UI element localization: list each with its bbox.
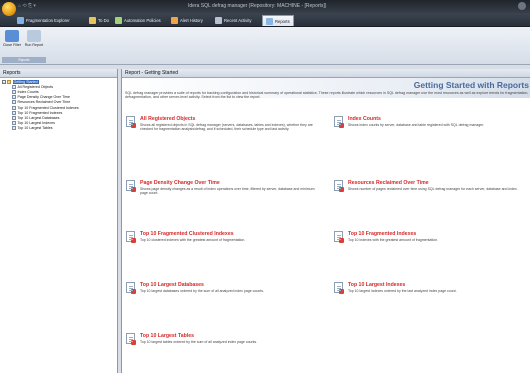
report-icon: [126, 282, 136, 294]
tree-item-label: Top 10 Fragmented Clustered Indexes: [17, 105, 79, 110]
report-card-resources-reclaimed[interactable]: Resources Reclaimed Over Time Shows numb…: [334, 180, 524, 210]
report-card-index-counts[interactable]: Index Counts Shows index counts by serve…: [334, 116, 524, 146]
application-menu-orb[interactable]: [2, 2, 16, 16]
report-icon: [12, 84, 16, 89]
report-card-title[interactable]: Page Density Change Over Time: [140, 180, 220, 186]
reports-icon: [266, 17, 273, 25]
report-card-title[interactable]: Top 10 Fragmented Clustered Indexes: [140, 231, 234, 237]
report-icon: [12, 95, 16, 100]
tree-item-label: Resources Reclaimed Over Time: [17, 100, 71, 105]
report-card-desc: Shows number of pages reclaimed over tim…: [348, 187, 518, 191]
tab-alert-history[interactable]: Alert History: [168, 15, 206, 26]
report-icon: [334, 282, 344, 294]
report-icon: [12, 121, 16, 126]
tab-automation-policies[interactable]: Automation Policies: [112, 15, 164, 26]
report-card-title[interactable]: Top 10 Fragmented Indexes: [348, 231, 416, 237]
hero-title: Getting Started with Reports: [413, 80, 529, 90]
report-card-all-registered-objects[interactable]: All Registered Objects Shows all registe…: [126, 116, 316, 146]
tree-item-label: Index Counts: [17, 89, 39, 94]
tab-label: Alert History: [180, 18, 203, 23]
report-card-largest-tables[interactable]: Top 10 Largest Tables Top 10 largest tab…: [126, 333, 316, 363]
tree-item-label: Top 10 Largest Indexes: [17, 121, 55, 126]
tab-reports[interactable]: Reports: [262, 15, 294, 26]
title-bar: ⌂ ⟲ ⎘ ▾ Idera SQL defrag manager (Reposi…: [0, 0, 530, 13]
button-label: Close Filter: [2, 43, 22, 47]
report-card-title[interactable]: Index Counts: [348, 116, 381, 122]
run-report-icon: [27, 30, 41, 42]
tab-fragmentation-explorer[interactable]: Fragmentation Explorer: [14, 15, 73, 26]
ribbon-tabs: Fragmentation Explorer To Do Automation …: [0, 13, 530, 27]
tab-to-do[interactable]: To Do: [86, 15, 112, 26]
tab-label: To Do: [98, 18, 109, 23]
tab-recent-activity[interactable]: Recent Activity: [212, 15, 254, 26]
ribbon: Close Filter Run Report Reports: [0, 27, 530, 65]
report-card-largest-indexes[interactable]: Top 10 Largest Indexes Top 10 largest in…: [334, 282, 524, 312]
run-report-button[interactable]: Run Report: [24, 29, 44, 55]
activity-icon: [215, 17, 222, 24]
report-icon: [12, 126, 16, 131]
report-card-desc: Top 10 clustered indexes with the greate…: [140, 238, 246, 242]
window-control-icon[interactable]: [518, 2, 526, 10]
report-card-desc: Top 10 largest databases ordered by the …: [140, 289, 264, 293]
report-card-desc: Top 10 largest indexes ordered by the la…: [348, 289, 457, 293]
report-card-page-density[interactable]: Page Density Change Over Time Shows page…: [126, 180, 316, 210]
report-icon: [12, 105, 16, 110]
report-card-fragmented-indexes[interactable]: Top 10 Fragmented Indexes Top 10 indexes…: [334, 231, 524, 261]
reports-group: Close Filter Run Report Reports: [2, 29, 46, 63]
report-icon: [12, 110, 16, 115]
report-icon: [334, 116, 344, 128]
ribbon-group-label: Reports: [2, 57, 46, 63]
report-icon: [12, 89, 16, 94]
report-icon: [334, 231, 344, 243]
folder-icon: [7, 79, 11, 84]
intro-text: SQL defrag manager provides a suite of r…: [125, 91, 529, 100]
button-label: Run Report: [24, 43, 44, 47]
report-card-desc: Shows page density changes as a result o…: [140, 187, 315, 196]
tree-item[interactable]: Top 10 Largest Tables: [0, 126, 117, 131]
tab-label: Fragmentation Explorer: [26, 18, 70, 23]
close-filter-button[interactable]: Close Filter: [2, 29, 22, 55]
alert-icon: [171, 17, 178, 24]
policy-icon: [115, 17, 122, 24]
tree-item-label: Top 10 Largest Tables: [17, 126, 53, 131]
report-icon: [334, 180, 344, 192]
collapse-icon[interactable]: −: [2, 79, 6, 84]
report-card-desc: Top 10 largest tables ordered by the sum…: [140, 340, 258, 344]
report-card-title[interactable]: Top 10 Largest Indexes: [348, 282, 405, 288]
report-icon: [126, 180, 136, 192]
report-view-header: Report - Getting Started: [122, 69, 530, 78]
report-icon: [126, 231, 136, 243]
tree-item-label: Top 10 Fragmented Indexes: [17, 110, 63, 115]
report-card-title[interactable]: All Registered Objects: [140, 116, 195, 122]
reports-pane-header: Reports: [0, 69, 117, 78]
report-icon: [12, 100, 16, 105]
filter-icon: [5, 30, 19, 42]
report-icon: [126, 116, 136, 128]
report-card-title[interactable]: Top 10 Largest Tables: [140, 333, 194, 339]
report-card-title[interactable]: Top 10 Largest Databases: [140, 282, 204, 288]
tree-item-label: All Registered Objects: [17, 84, 54, 89]
tree-item-label: Getting Started: [12, 79, 39, 84]
report-icon: [126, 333, 136, 345]
report-card-fragmented-clustered[interactable]: Top 10 Fragmented Clustered Indexes Top …: [126, 231, 316, 261]
report-icon: [12, 115, 16, 120]
reports-tree: − Getting Started All Registered Objects…: [0, 78, 117, 131]
tree-item-label: Top 10 Largest Databases: [17, 115, 60, 120]
todo-icon: [89, 17, 96, 24]
report-card-title[interactable]: Resources Reclaimed Over Time: [348, 180, 429, 186]
tab-label: Recent Activity: [224, 18, 252, 23]
report-view: Report - Getting Started Getting Started…: [121, 69, 530, 373]
tab-label: Reports: [275, 18, 290, 24]
explorer-icon: [17, 17, 24, 24]
report-card-desc: Top 10 indexes with the greatest amount …: [348, 238, 439, 242]
window-title: Idera SQL defrag manager (Repository: MA…: [188, 3, 327, 9]
report-card-largest-databases[interactable]: Top 10 Largest Databases Top 10 largest …: [126, 282, 316, 312]
reports-pane: Reports − Getting Started All Registered…: [0, 69, 118, 373]
report-card-desc: Shows index counts by server, database a…: [348, 123, 485, 127]
tab-label: Automation Policies: [124, 18, 161, 23]
quick-access-toolbar[interactable]: ⌂ ⟲ ⎘ ▾: [18, 3, 36, 9]
tree-item-label: Page Density Change Over Time: [17, 95, 71, 100]
report-card-desc: Shows all registered objects in SQL defr…: [140, 123, 313, 132]
